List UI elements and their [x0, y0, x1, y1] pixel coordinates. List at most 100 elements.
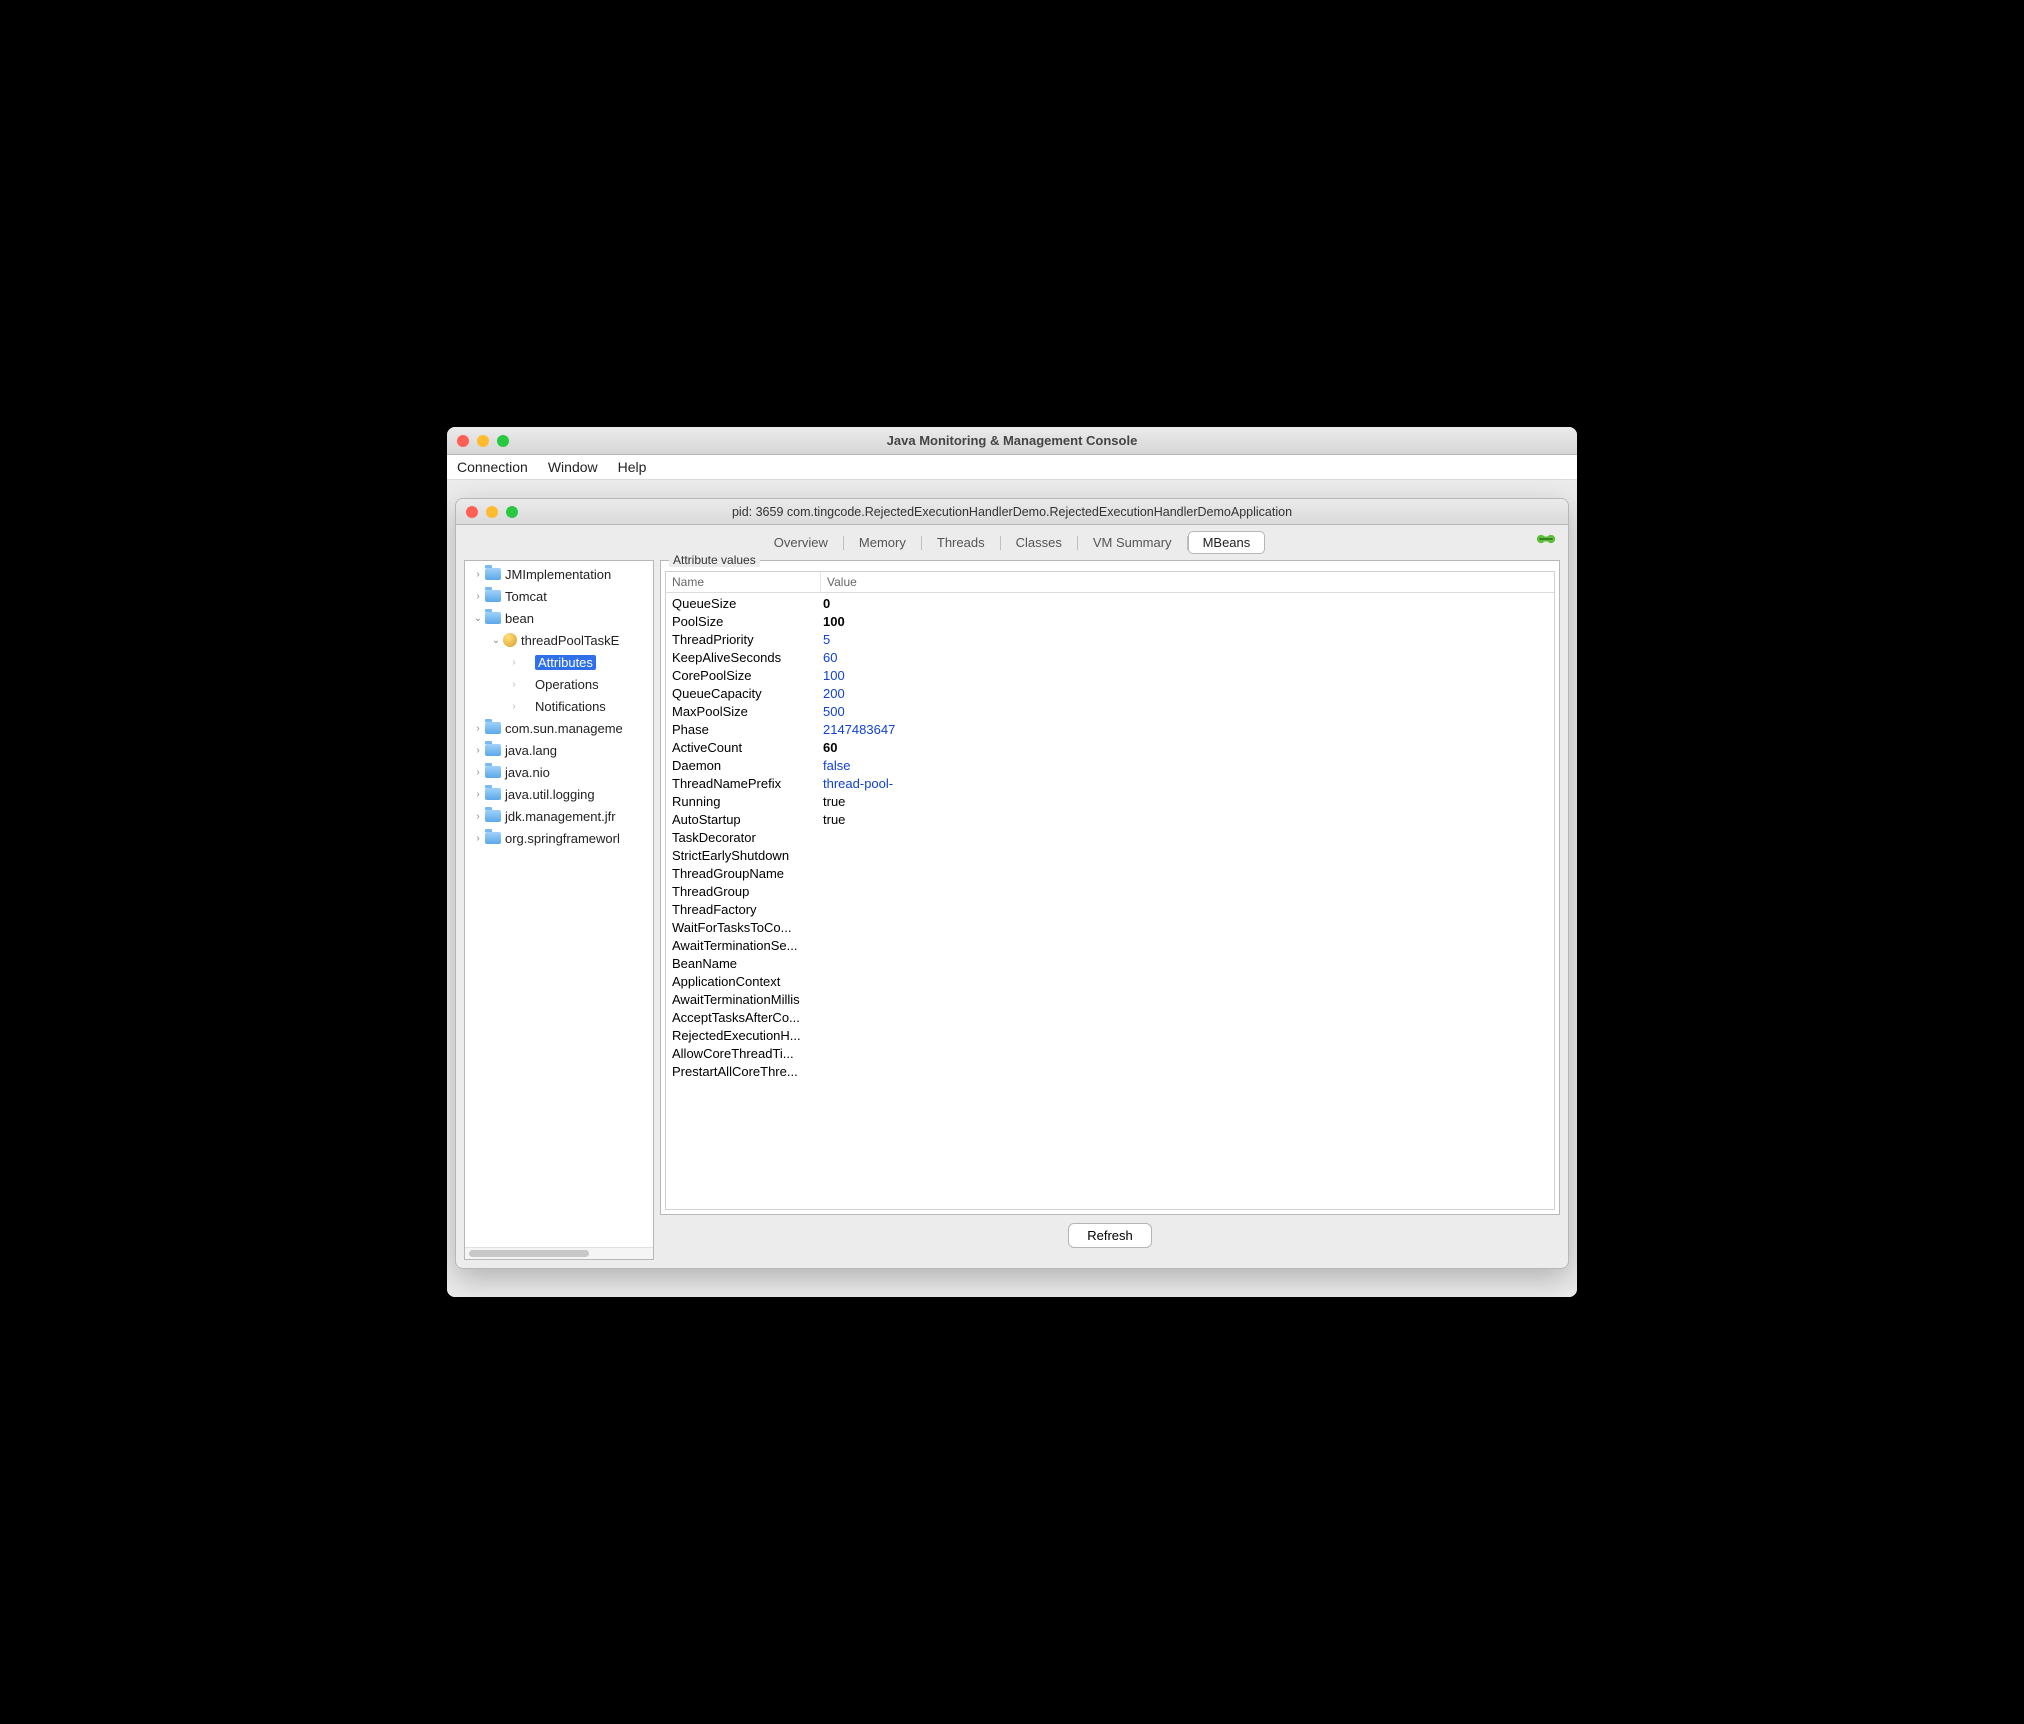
table-row[interactable]: KeepAliveSeconds60: [666, 649, 1554, 667]
attribute-value: [821, 937, 1554, 955]
attribute-value: 500: [821, 703, 1554, 721]
tree-node-com-sun-manageme[interactable]: ›com.sun.manageme: [465, 717, 653, 739]
table-row[interactable]: AutoStartuptrue: [666, 811, 1554, 829]
attribute-value: [821, 901, 1554, 919]
table-row[interactable]: QueueCapacity200: [666, 685, 1554, 703]
tree-node-label: bean: [505, 611, 534, 626]
tree-node-operations[interactable]: ›Operations: [465, 673, 653, 695]
chevron-right-icon[interactable]: ›: [471, 833, 485, 844]
tree-node-label: threadPoolTaskE: [521, 633, 619, 648]
table-row[interactable]: AwaitTerminationSe...: [666, 937, 1554, 955]
tree-node-jmimplementation[interactable]: › JMImplementation: [465, 563, 653, 585]
tree-node-bean[interactable]: ⌄ bean: [465, 607, 653, 629]
tab-overview[interactable]: Overview: [759, 531, 843, 554]
chevron-right-icon[interactable]: ›: [471, 569, 485, 580]
content-area: ›JMImplementation›Tomcat⌄bean⌄threadPool…: [456, 554, 1568, 1268]
main-titlebar: Java Monitoring & Management Console: [447, 427, 1577, 455]
table-row[interactable]: BeanName: [666, 955, 1554, 973]
attribute-table[interactable]: Name Value QueueSize0PoolSize100ThreadPr…: [665, 571, 1555, 1210]
table-row[interactable]: QueueSize0: [666, 595, 1554, 613]
tree-node-tomcat[interactable]: ›Tomcat: [465, 585, 653, 607]
table-row[interactable]: ThreadPriority5: [666, 631, 1554, 649]
attribute-name: CorePoolSize: [666, 667, 821, 685]
table-row[interactable]: TaskDecorator: [666, 829, 1554, 847]
table-row[interactable]: WaitForTasksToCo...: [666, 919, 1554, 937]
tab-memory[interactable]: Memory: [844, 531, 921, 554]
chevron-right-icon[interactable]: ›: [471, 745, 485, 756]
tree-node-org-springframeworl[interactable]: ›org.springframeworl: [465, 827, 653, 849]
folder-icon: [485, 722, 501, 734]
attribute-name: ThreadPriority: [666, 631, 821, 649]
chevron-down-icon[interactable]: ⌄: [471, 613, 485, 624]
attribute-name: KeepAliveSeconds: [666, 649, 821, 667]
scrollbar-thumb[interactable]: [469, 1250, 589, 1257]
tree-node-label: java.lang: [505, 743, 557, 758]
table-row[interactable]: Daemonfalse: [666, 757, 1554, 775]
tree-node-java-lang[interactable]: › java.lang: [465, 739, 653, 761]
tab-classes[interactable]: Classes: [1001, 531, 1077, 554]
chevron-right-icon[interactable]: ›: [471, 591, 485, 602]
table-row[interactable]: ThreadGroupName: [666, 865, 1554, 883]
attribute-value: [821, 865, 1554, 883]
attribute-value: true: [821, 811, 1554, 829]
chevron-right-icon[interactable]: ›: [471, 811, 485, 822]
tree-node-threadpooltaske[interactable]: ⌄ threadPoolTaskE: [465, 629, 653, 651]
attribute-value: [821, 1027, 1554, 1045]
connection-status-icon: [1536, 531, 1556, 547]
chevron-right-icon[interactable]: ›: [471, 789, 485, 800]
table-row[interactable]: AllowCoreThreadTi...: [666, 1045, 1554, 1063]
attribute-name: MaxPoolSize: [666, 703, 821, 721]
refresh-button[interactable]: Refresh: [1068, 1223, 1152, 1248]
chevron-right-icon: ›: [507, 657, 521, 668]
mbean-tree[interactable]: ›JMImplementation›Tomcat⌄bean⌄threadPool…: [464, 560, 654, 1260]
tree-node-notifications[interactable]: ›Notifications: [465, 695, 653, 717]
tree-node-java-nio[interactable]: › java.nio: [465, 761, 653, 783]
menu-window[interactable]: Window: [548, 459, 598, 475]
chevron-right-icon[interactable]: ›: [471, 723, 485, 734]
attribute-name: AcceptTasksAfterCo...: [666, 1009, 821, 1027]
document-window: pid: 3659 com.tingcode.RejectedExecution…: [455, 498, 1569, 1269]
tree-horizontal-scrollbar[interactable]: [465, 1247, 653, 1259]
table-row[interactable]: Runningtrue: [666, 793, 1554, 811]
table-row[interactable]: Phase2147483647: [666, 721, 1554, 739]
table-row[interactable]: ActiveCount60: [666, 739, 1554, 757]
table-row[interactable]: StrictEarlyShutdown: [666, 847, 1554, 865]
attribute-value: thread-pool-: [821, 775, 1554, 793]
attribute-name: QueueCapacity: [666, 685, 821, 703]
tree-node-attributes[interactable]: ›Attributes: [465, 651, 653, 673]
tree-node-label: java.nio: [505, 765, 550, 780]
chevron-right-icon[interactable]: ›: [471, 767, 485, 778]
tab-threads[interactable]: Threads: [922, 531, 1000, 554]
table-row[interactable]: AcceptTasksAfterCo...: [666, 1009, 1554, 1027]
attribute-value: false: [821, 757, 1554, 775]
table-row[interactable]: AwaitTerminationMillis: [666, 991, 1554, 1009]
menu-help[interactable]: Help: [618, 459, 647, 475]
attribute-name: StrictEarlyShutdown: [666, 847, 821, 865]
attribute-value: [821, 973, 1554, 991]
chevron-down-icon[interactable]: ⌄: [489, 635, 503, 646]
table-row[interactable]: ApplicationContext: [666, 973, 1554, 991]
tree-node-java-util-logging[interactable]: ›java.util.logging: [465, 783, 653, 805]
folder-icon: [485, 810, 501, 822]
table-row[interactable]: ThreadGroup: [666, 883, 1554, 901]
chevron-right-icon: ›: [507, 679, 521, 690]
tree-node-jdk-management-jfr[interactable]: ›jdk.management.jfr: [465, 805, 653, 827]
tree-node-label: JMImplementation: [505, 567, 611, 582]
attribute-name: AutoStartup: [666, 811, 821, 829]
table-row[interactable]: PrestartAllCoreThre...: [666, 1063, 1554, 1081]
column-header-value[interactable]: Value: [821, 572, 1554, 592]
table-row[interactable]: PoolSize100: [666, 613, 1554, 631]
attribute-value: [821, 955, 1554, 973]
menu-connection[interactable]: Connection: [457, 459, 528, 475]
attribute-name: BeanName: [666, 955, 821, 973]
table-row[interactable]: ThreadFactory: [666, 901, 1554, 919]
column-header-name[interactable]: Name: [666, 572, 821, 592]
table-row[interactable]: ThreadNamePrefixthread-pool-: [666, 775, 1554, 793]
attribute-name: AwaitTerminationSe...: [666, 937, 821, 955]
tab-vm-summary[interactable]: VM Summary: [1078, 531, 1187, 554]
table-row[interactable]: MaxPoolSize500: [666, 703, 1554, 721]
table-row[interactable]: RejectedExecutionH...: [666, 1027, 1554, 1045]
table-row[interactable]: CorePoolSize100: [666, 667, 1554, 685]
tab-mbeans[interactable]: MBeans: [1188, 531, 1266, 554]
attribute-name: RejectedExecutionH...: [666, 1027, 821, 1045]
